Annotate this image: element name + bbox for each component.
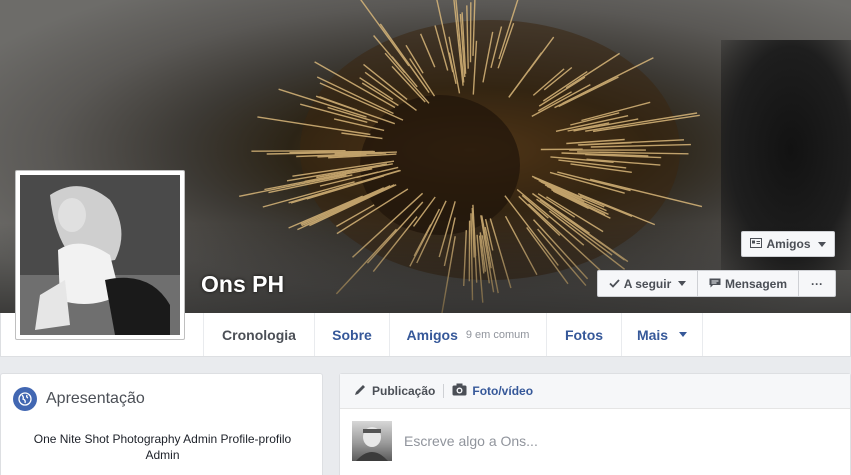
friends-card-icon xyxy=(750,237,763,251)
post-composer: Publicação Foto/vídeo Escreve algo a Ons… xyxy=(339,373,851,475)
message-button-label: Mensagem xyxy=(724,276,788,291)
tab-about[interactable]: Sobre xyxy=(314,313,389,356)
intro-card: Apresentação One Nite Shot Photography A… xyxy=(0,373,323,475)
profile-actions: A seguir Mensagem ··· xyxy=(597,270,836,297)
following-button-label: A seguir xyxy=(623,276,672,291)
tab-photos[interactable]: Fotos xyxy=(546,313,621,356)
composer-tab-post-label: Publicação xyxy=(372,384,436,398)
message-button[interactable]: Mensagem xyxy=(698,270,799,297)
tab-label: Mais xyxy=(636,326,669,343)
profile-photo-image xyxy=(20,175,180,335)
more-options-button[interactable]: ··· xyxy=(799,270,836,297)
chevron-down-icon xyxy=(817,241,826,247)
tab-friends[interactable]: Amigos 9 em comum xyxy=(389,313,546,356)
tab-label: Fotos xyxy=(564,326,604,343)
checkmark-icon xyxy=(609,277,620,291)
camera-icon xyxy=(452,383,467,399)
friends-button[interactable]: Amigos xyxy=(741,231,835,257)
avatar[interactable] xyxy=(352,421,392,461)
pencil-icon xyxy=(353,383,367,400)
globe-icon xyxy=(13,387,37,411)
composer-tab-photo-label: Foto/vídeo xyxy=(472,384,534,398)
following-button[interactable]: A seguir xyxy=(597,270,698,297)
profile-name[interactable]: Ons PH xyxy=(201,271,284,298)
ellipsis-icon: ··· xyxy=(811,276,823,291)
composer-tab-divider xyxy=(443,384,445,398)
composer-tab-photo-video[interactable]: Foto/vídeo xyxy=(452,383,533,399)
message-icon xyxy=(709,277,721,291)
chevron-down-icon xyxy=(678,281,687,286)
tab-label: Cronologia xyxy=(222,326,296,343)
tab-timeline[interactable]: Cronologia xyxy=(203,313,314,356)
profile-picture[interactable] xyxy=(15,170,185,340)
tab-label: Amigos xyxy=(406,326,458,343)
tab-label: Sobre xyxy=(332,326,372,343)
intro-title: Apresentação xyxy=(46,390,145,407)
tab-more[interactable]: Mais xyxy=(621,313,703,356)
friends-button-label: Amigos xyxy=(766,237,811,251)
intro-bio: One Nite Shot Photography Admin Profile-… xyxy=(33,432,292,462)
chevron-down-icon xyxy=(679,332,688,337)
composer-tab-post[interactable]: Publicação xyxy=(353,383,435,400)
composer-input[interactable]: Escreve algo a Ons... xyxy=(404,433,538,449)
mutual-friends-count: 9 em comum xyxy=(465,328,530,341)
